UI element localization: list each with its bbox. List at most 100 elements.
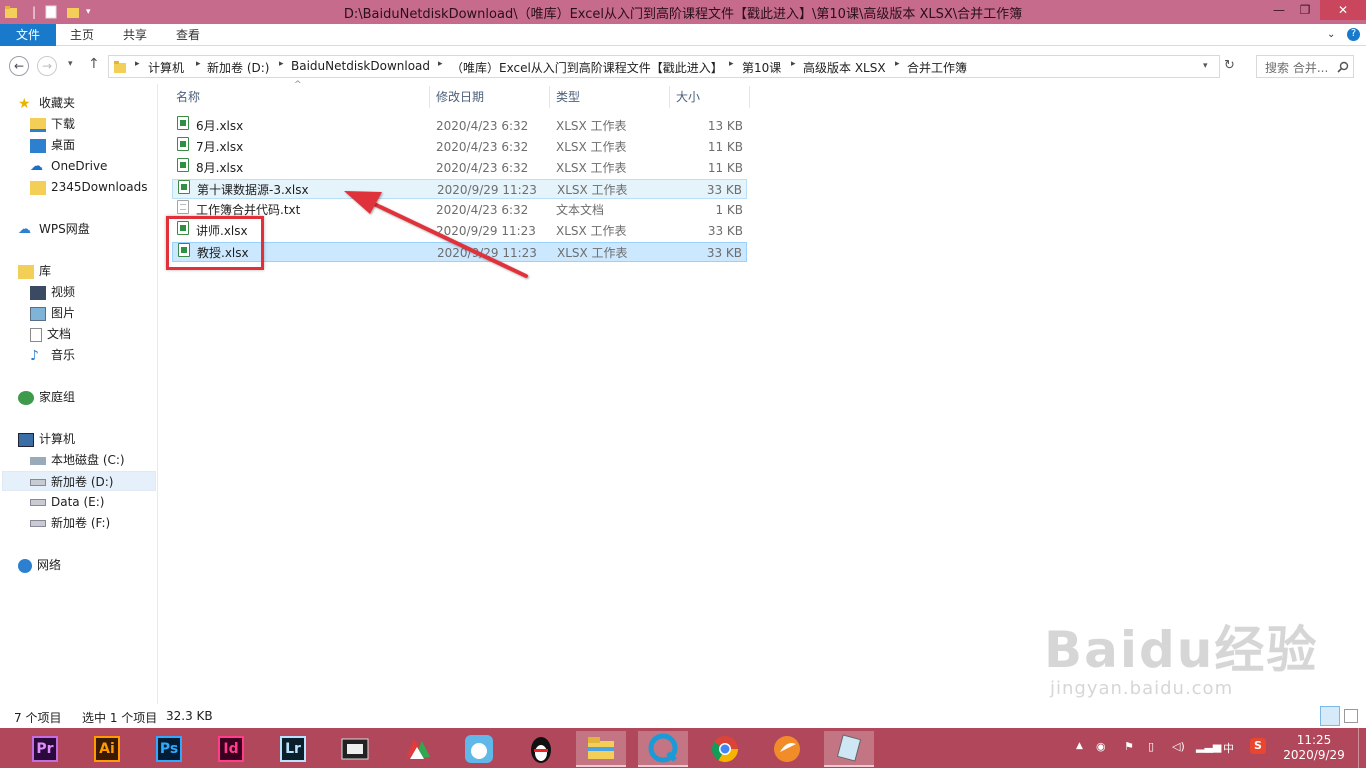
nav-library-label: 库 [39,264,52,278]
cloud-icon: ☁ [30,158,43,174]
taskbar-chrome[interactable] [700,731,750,767]
network-tray-icon[interactable]: ▯ [1148,740,1154,753]
taskbar-premiere[interactable]: Pr [20,731,70,767]
up-button[interactable]: ↑ [88,56,100,72]
taskbar-lightroom[interactable]: Lr [268,731,318,767]
tab-view[interactable]: 查看 [176,24,200,46]
nav-favorites-label: 收藏夹 [39,96,76,110]
wifi-signal-icon[interactable]: ▂▃▅ [1196,740,1221,753]
file-row[interactable]: 8月.xlsx 2020/4/23 6:32 XLSX 工作表 11 KB [172,158,747,178]
file-size: 13 KB [707,119,743,133]
taskbar-app-colors[interactable] [392,731,442,767]
nav-favorites[interactable]: ★ 收藏夹 [18,93,75,113]
back-button[interactable]: ← [9,56,29,76]
crumb-course[interactable]: （唯库）Excel从入门到高阶课程文件【戳此进入】 [451,59,723,76]
file-row-hover[interactable]: 第十课数据源-3.xlsx 2020/9/29 11:23 XLSX 工作表 3… [172,179,747,199]
nav-homegroup[interactable]: 家庭组 [18,387,75,407]
nav-documents[interactable]: 文档 [30,324,71,344]
crumb-advanced-xlsx[interactable]: 高级版本 XLSX [803,59,886,76]
nav-library[interactable]: 库 [18,261,51,281]
mascot-icon [465,735,493,763]
taskbar-browser-q[interactable] [638,731,688,767]
nav-onedrive[interactable]: ☁ OneDrive [30,156,107,176]
file-type: XLSX 工作表 [556,224,627,238]
nav-drive-e[interactable]: Data (E:) [30,492,104,512]
help-icon[interactable]: ? [1347,28,1360,41]
browser-q-icon [648,733,678,763]
search-icon[interactable] [1337,61,1349,73]
cloud-icon: ☁ [18,221,31,237]
nav-network[interactable]: 网络 [18,555,61,575]
clock[interactable]: 11:25 2020/9/29 [1278,733,1350,763]
status-size: 32.3 KB [166,709,213,723]
details-view-button[interactable] [1320,706,1340,726]
action-center-flag-icon[interactable]: ⚑ [1124,740,1134,753]
recent-locations-icon[interactable]: ▾ [68,59,73,69]
column-header-name[interactable]: 名称 [172,86,430,108]
nav-pictures[interactable]: 图片 [30,303,75,323]
taskbar-qq[interactable] [516,731,566,767]
nav-2345downloads[interactable]: 2345Downloads [30,177,147,197]
tab-share[interactable]: 共享 [123,24,147,46]
nav-drive-c-label: 本地磁盘 (C:) [51,453,125,467]
crumb-baidunetdisk[interactable]: BaiduNetdiskDownload [291,59,430,73]
taskbar-video-editor[interactable] [330,731,380,767]
nav-downloads[interactable]: 下载 [30,114,75,134]
taskbar-indesign[interactable]: Id [206,731,256,767]
crumb-computer[interactable]: 计算机 [148,59,184,76]
excel-file-icon [177,158,189,172]
tab-home[interactable]: 主页 [70,24,94,46]
forward-button[interactable]: → [37,56,57,76]
nav-videos[interactable]: 视频 [30,282,75,302]
nav-music[interactable]: ♪ 音乐 [30,345,75,365]
nav-computer[interactable]: 计算机 [18,429,75,449]
column-header-size[interactable]: 大小 [672,86,750,108]
column-header-date[interactable]: 修改日期 [432,86,550,108]
folder-icon [30,180,46,195]
show-desktop-button[interactable] [1358,728,1366,768]
taskbar-cloud-app[interactable] [454,731,504,767]
chevron-right-icon[interactable]: ▸ [729,59,734,69]
chevron-right-icon[interactable]: ▸ [135,59,140,69]
file-size: 33 KB [707,224,743,238]
crumb-lesson10[interactable]: 第10课 [742,59,781,76]
large-icons-view-button[interactable] [1344,709,1358,723]
file-row[interactable]: 7月.xlsx 2020/4/23 6:32 XLSX 工作表 11 KB [172,137,747,157]
close-button[interactable]: ✕ [1320,0,1366,20]
chevron-right-icon[interactable]: ▸ [279,59,284,69]
address-dropdown-icon[interactable]: ▾ [1203,61,1208,71]
maximize-button[interactable]: ❐ [1290,0,1320,20]
tab-file[interactable]: 文件 [0,24,56,46]
taskbar-illustrator[interactable]: Ai [82,731,132,767]
taskbar-orange-app[interactable] [762,731,812,767]
volume-icon[interactable]: ◁) [1172,740,1185,753]
sogou-ime-icon[interactable]: S [1250,738,1266,754]
tray-expand-icon[interactable]: ▲ [1076,741,1083,751]
nav-wps-drive[interactable]: ☁ WPS网盘 [18,219,90,239]
nav-drive-c[interactable]: 本地磁盘 (C:) [30,450,125,470]
column-header-type[interactable]: 类型 [552,86,670,108]
address-bar[interactable]: ▸ 计算机 ▸ 新加卷 (D:) ▸ BaiduNetdiskDownload … [108,55,1220,78]
file-date: 2020/9/29 11:23 [437,183,537,197]
taskbar-photoshop[interactable]: Ps [144,731,194,767]
nav-drive-d[interactable]: 新加卷 (D:) [2,471,156,491]
crumb-drive-d[interactable]: 新加卷 (D:) [207,59,269,76]
file-type: XLSX 工作表 [556,140,627,154]
expand-ribbon-icon[interactable]: ⌄ [1327,24,1335,46]
network-icon [18,558,32,573]
taskbar-notepad[interactable] [824,731,874,767]
chevron-right-icon[interactable]: ▸ [791,59,796,69]
nav-drive-f[interactable]: 新加卷 (F:) [30,513,110,533]
nav-desktop[interactable]: 桌面 [30,135,75,155]
chevron-right-icon[interactable]: ▸ [196,59,201,69]
refresh-icon[interactable]: ↻ [1224,58,1235,73]
file-row[interactable]: 6月.xlsx 2020/4/23 6:32 XLSX 工作表 13 KB [172,116,747,136]
crumb-merge-workbook[interactable]: 合并工作簿 [907,59,967,76]
chevron-right-icon[interactable]: ▸ [895,59,900,69]
taskbar-file-explorer[interactable] [576,731,626,767]
nav-2345downloads-label: 2345Downloads [51,180,148,194]
chevron-right-icon[interactable]: ▸ [438,59,443,69]
ime-indicator[interactable]: 中 [1223,740,1234,756]
search-input[interactable]: 搜索 合并... [1256,55,1354,78]
qq-tray-icon[interactable]: ◉ [1096,740,1106,753]
